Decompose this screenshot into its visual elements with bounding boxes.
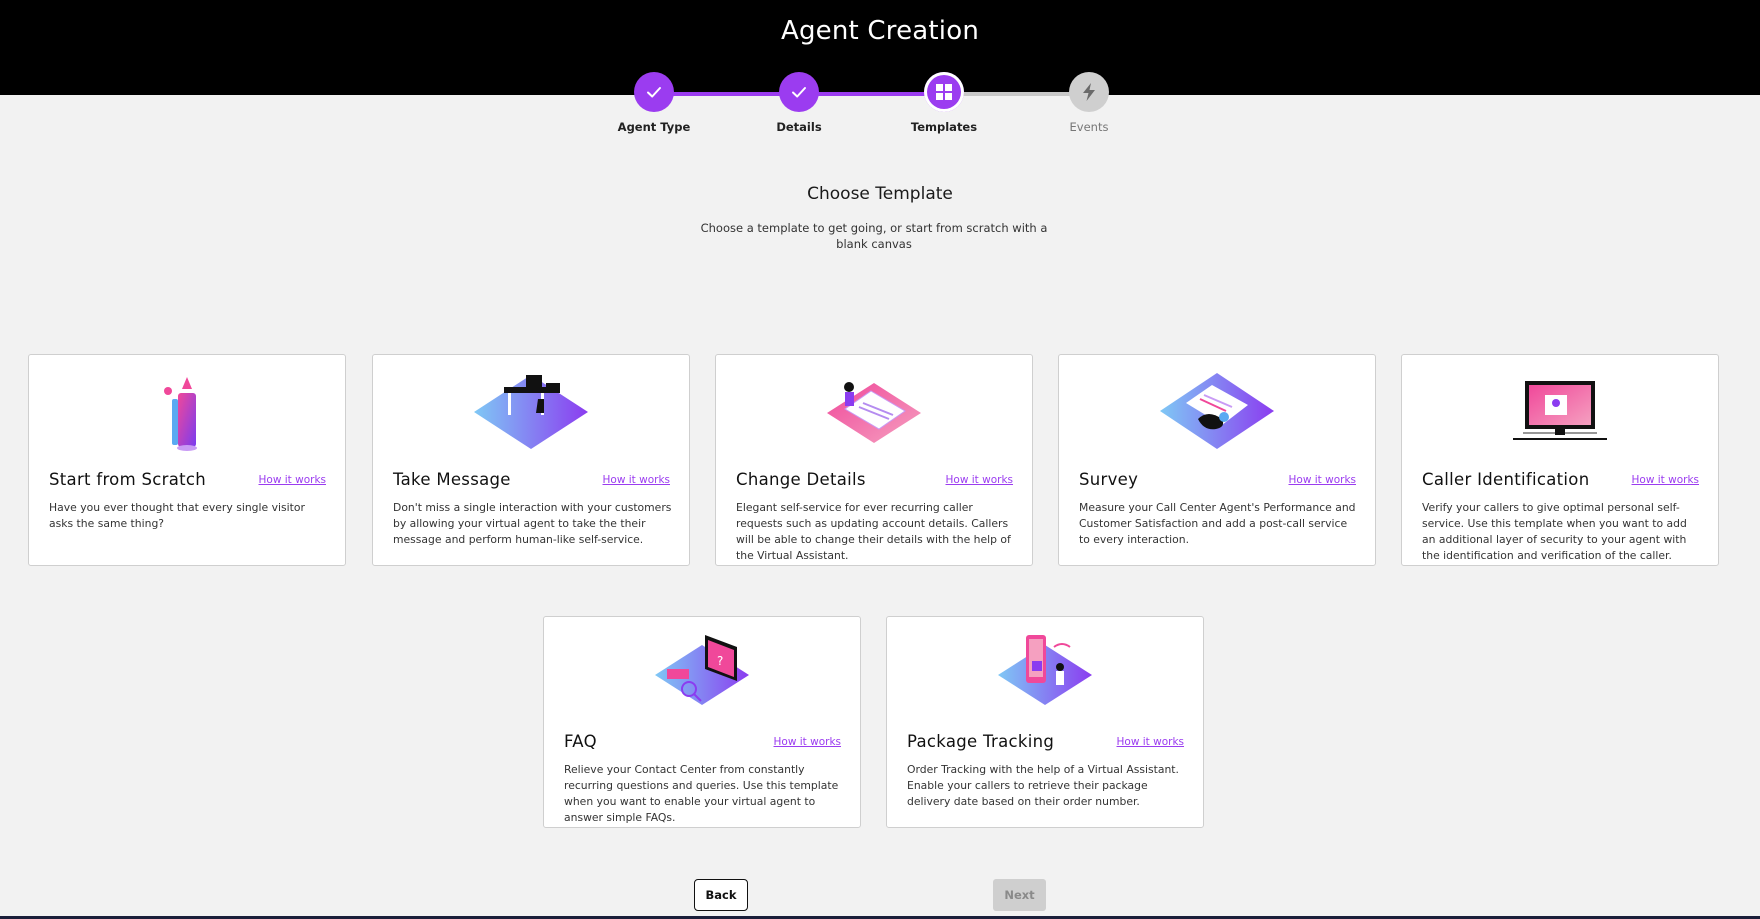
how-it-works-link[interactable]: How it works — [1289, 474, 1357, 486]
monitor-illustration — [1402, 369, 1718, 455]
step-details[interactable]: Details — [729, 72, 869, 134]
template-card-package-tracking[interactable]: Package Tracking How it works Order Trac… — [886, 616, 1204, 828]
how-it-works-link[interactable]: How it works — [946, 474, 1014, 486]
card-title: Caller Identification — [1422, 470, 1590, 489]
card-title: Package Tracking — [907, 732, 1055, 751]
card-description: Elegant self-service for ever recurring … — [736, 501, 1011, 562]
step-templates[interactable]: Templates — [874, 72, 1014, 134]
next-button[interactable]: Next — [993, 879, 1046, 911]
check-icon — [634, 72, 674, 112]
step-label: Details — [776, 120, 822, 134]
page-title: Agent Creation — [780, 16, 980, 46]
laptop-illustration: ? — [544, 631, 860, 717]
pencil-illustration — [29, 369, 345, 455]
how-it-works-link[interactable]: How it works — [603, 474, 671, 486]
card-title: Change Details — [736, 470, 866, 489]
template-card-start-from-scratch[interactable]: Start from Scratch How it works Have you… — [28, 354, 346, 566]
grid-icon — [924, 72, 964, 112]
step-label: Agent Type — [617, 120, 691, 134]
step-label: Templates — [910, 120, 978, 134]
template-card-caller-identification[interactable]: Caller Identification How it works Verif… — [1401, 354, 1719, 566]
card-description: Don't miss a single interaction with you… — [393, 501, 672, 546]
card-description: Have you ever thought that every single … — [49, 501, 305, 530]
phone-package-illustration — [887, 631, 1203, 717]
how-it-works-link[interactable]: How it works — [1117, 736, 1185, 748]
template-card-change-details[interactable]: Change Details How it works Elegant self… — [715, 354, 1033, 566]
template-card-survey[interactable]: Survey How it works Measure your Call Ce… — [1058, 354, 1376, 566]
how-it-works-link[interactable]: How it works — [1632, 474, 1700, 486]
how-it-works-link[interactable]: How it works — [774, 736, 842, 748]
card-title: Take Message — [393, 470, 511, 489]
svg-text:?: ? — [717, 654, 723, 668]
card-description: Measure your Call Center Agent's Perform… — [1079, 501, 1356, 546]
step-agent-type[interactable]: Agent Type — [584, 72, 724, 134]
card-title: Start from Scratch — [49, 470, 207, 489]
step-events[interactable]: Events — [1019, 72, 1159, 134]
progress-stepper: Agent Type Details Templates Events — [0, 72, 1760, 142]
desk-illustration — [373, 369, 689, 455]
template-card-take-message[interactable]: Take Message How it works Don't miss a s… — [372, 354, 690, 566]
document-illustration — [716, 369, 1032, 455]
lightning-icon — [1069, 72, 1109, 112]
section-title: Choose Template — [807, 184, 953, 204]
check-icon — [779, 72, 819, 112]
back-button[interactable]: Back — [694, 879, 748, 911]
card-title: Survey — [1079, 470, 1139, 489]
section-subtitle: Choose a template to get going, or start… — [700, 221, 1048, 251]
how-it-works-link[interactable]: How it works — [259, 474, 327, 486]
step-label: Events — [1069, 120, 1109, 134]
card-description: Order Tracking with the help of a Virtua… — [907, 763, 1179, 808]
card-description: Verify your callers to give optimal pers… — [1422, 501, 1687, 562]
headset-illustration — [1059, 369, 1375, 455]
card-title: FAQ — [564, 732, 597, 751]
template-card-faq[interactable]: ? FAQ How it works Relieve your Contact … — [543, 616, 861, 828]
card-description: Relieve your Contact Center from constan… — [564, 763, 839, 824]
